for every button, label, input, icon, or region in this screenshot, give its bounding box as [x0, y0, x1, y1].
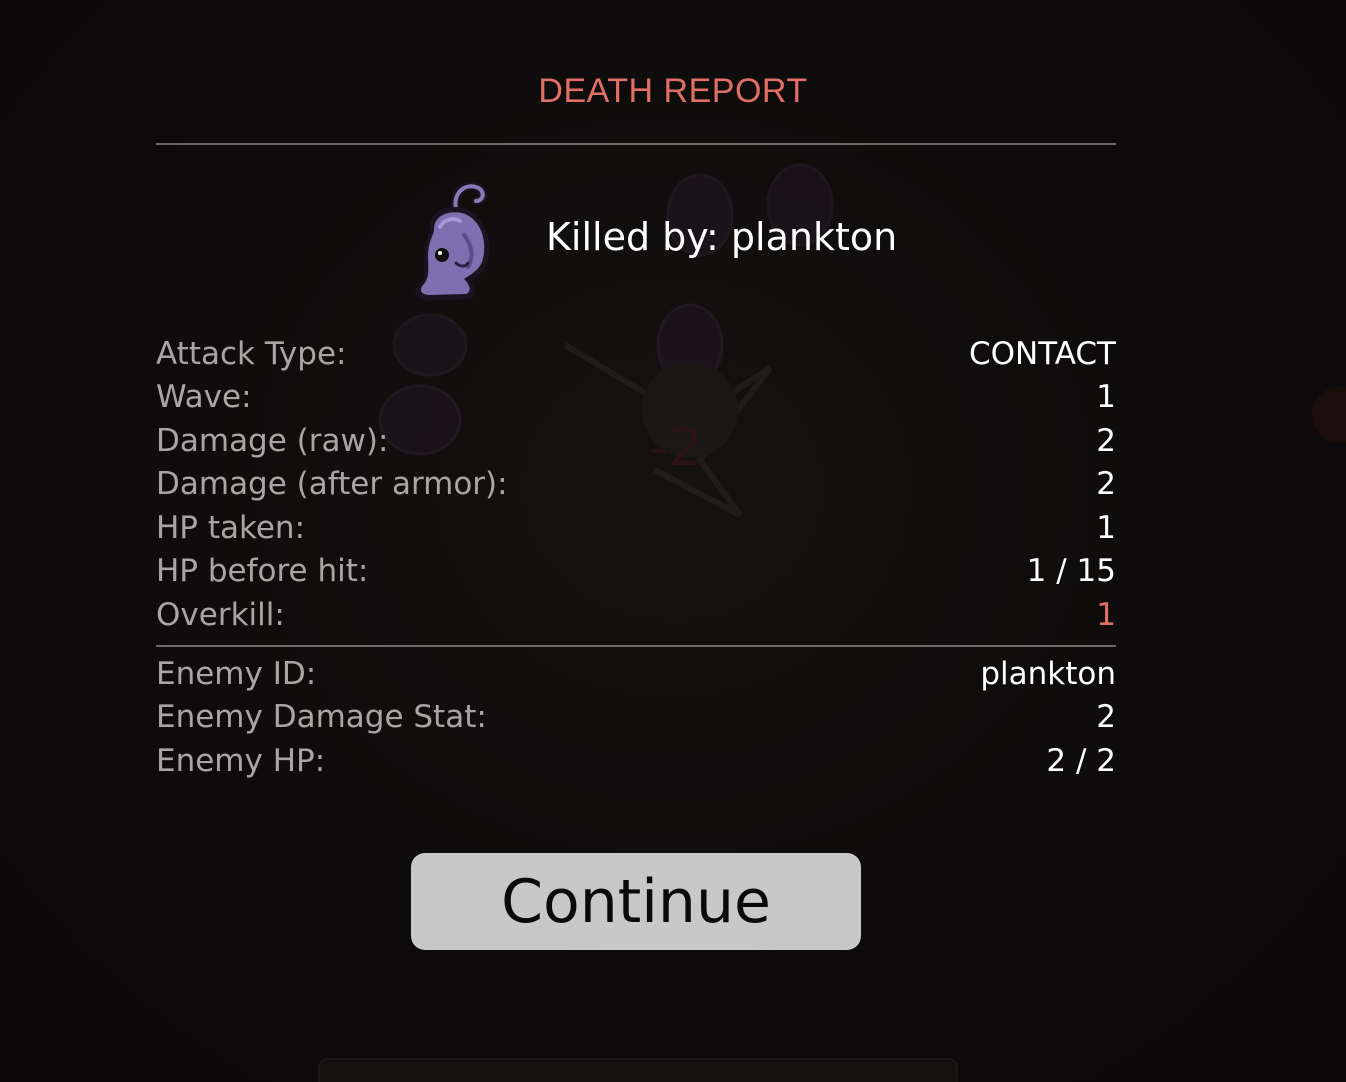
stat-value: 1: [1096, 379, 1116, 416]
stat-value: 2: [1096, 422, 1116, 459]
overkill-value: 1: [1096, 596, 1116, 633]
stat-value: 2 / 2: [1046, 742, 1116, 779]
stat-value: 2: [1096, 466, 1116, 503]
stat-value: plankton: [980, 655, 1116, 692]
stat-row-damage-after-armor: Damage (after armor): 2: [156, 463, 1116, 507]
stat-label: Attack Type:: [156, 335, 347, 372]
stat-value: CONTACT: [968, 335, 1116, 372]
continue-button[interactable]: Continue: [411, 853, 861, 950]
stat-row-wave: Wave: 1: [156, 376, 1116, 420]
stat-label: Overkill:: [156, 596, 285, 633]
stat-value: 2: [1096, 699, 1116, 736]
stats-divider: [156, 645, 1116, 647]
stat-label: HP taken:: [156, 509, 306, 546]
stat-row-hp-taken: HP taken: 1: [156, 506, 1116, 550]
bottom-hud-edge: [318, 1058, 958, 1082]
stat-row-enemy-id: Enemy ID: plankton: [156, 652, 1116, 696]
stat-row-attack-type: Attack Type: CONTACT: [156, 332, 1116, 376]
death-report-title: DEATH REPORT: [538, 72, 808, 110]
enemy-stats-list: Enemy ID: plankton Enemy Damage Stat: 2 …: [156, 652, 1116, 783]
stat-label: HP before hit:: [156, 553, 369, 590]
combat-stats-list: Attack Type: CONTACT Wave: 1 Damage (raw…: [156, 332, 1116, 637]
stat-row-overkill: Overkill: 1: [156, 593, 1116, 637]
stat-row-damage-raw: Damage (raw): 2: [156, 419, 1116, 463]
stat-row-enemy-damage: Enemy Damage Stat: 2: [156, 696, 1116, 740]
stat-label: Enemy Damage Stat:: [156, 699, 487, 736]
title-divider: [156, 143, 1116, 145]
stat-label: Damage (raw):: [156, 422, 389, 459]
stat-label: Damage (after armor):: [156, 466, 508, 503]
stat-label: Wave:: [156, 379, 252, 416]
stat-row-enemy-hp: Enemy HP: 2 / 2: [156, 739, 1116, 783]
death-report-screen: -2 DEATH REPORT Killed by: plankton Atta…: [0, 0, 1346, 1082]
stat-label: Enemy ID:: [156, 655, 317, 692]
killed-by-text: Killed by: plankton: [546, 215, 898, 259]
plankton-enemy-icon: [415, 181, 490, 301]
stat-value: 1 / 15: [1026, 553, 1116, 590]
stat-row-hp-before-hit: HP before hit: 1 / 15: [156, 550, 1116, 594]
stat-label: Enemy HP:: [156, 742, 326, 779]
stat-value: 1: [1096, 509, 1116, 546]
killed-by-section: Killed by: plankton: [400, 175, 1000, 305]
